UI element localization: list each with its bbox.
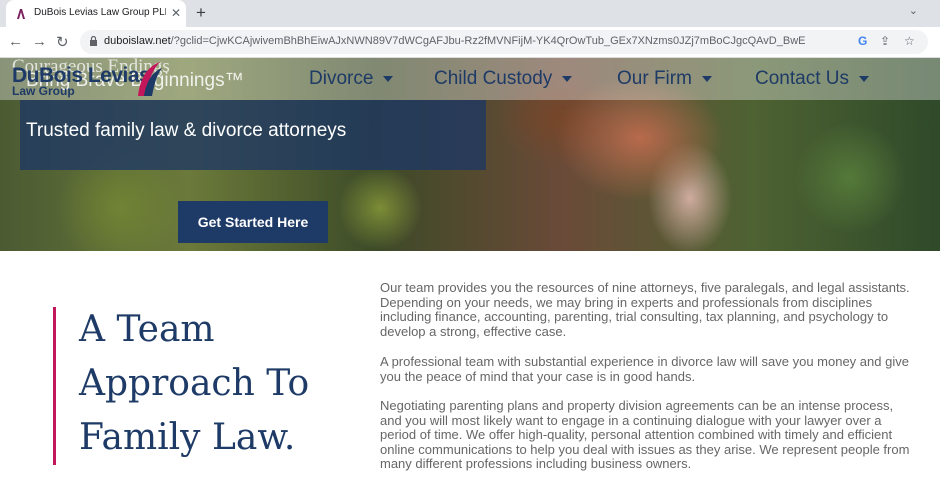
section-heading-line-2: Approach To [79, 363, 310, 404]
tab-search-chevron-icon[interactable]: ⌄ [909, 4, 918, 17]
paragraph-negotiating: Negotiating parenting plans and property… [380, 398, 910, 471]
get-started-button[interactable]: Get Started Here [178, 201, 328, 243]
team-approach-section: A Team Approach To Family Law. Our team … [0, 251, 940, 498]
tab-title: DuBois Levias Law Group PLLC | D [34, 7, 166, 18]
logo-swoosh-icon [138, 62, 162, 96]
new-tab-button[interactable]: + [196, 3, 206, 23]
reload-icon[interactable]: ↻ [56, 33, 69, 51]
chevron-down-icon [562, 75, 573, 82]
section-heading-line-1: A Team [79, 309, 215, 350]
nav-divorce[interactable]: Divorce [309, 68, 394, 90]
browser-tab-strip: DuBois Levias Law Group PLLC | D ✕ + ⌄ [0, 0, 940, 27]
google-lens-icon[interactable]: G [858, 34, 867, 48]
browser-tab[interactable]: DuBois Levias Law Group PLLC | D ✕ [6, 0, 186, 27]
logo-firm-subtitle[interactable]: Law Group [12, 84, 75, 98]
section-heading-line-3: Family Law. [79, 417, 296, 458]
nav-child-custody[interactable]: Child Custody [434, 68, 573, 90]
back-arrow-icon[interactable]: ← [8, 33, 23, 50]
paragraph-experience: A professional team with substantial exp… [380, 354, 909, 384]
share-icon[interactable]: ⇪ [880, 34, 890, 48]
hero-tagline: Trusted family law & divorce attorneys [26, 120, 347, 141]
nav-our-firm[interactable]: Our Firm [617, 68, 712, 90]
url-text[interactable]: duboislaw.net/?gclid=CjwKCAjwivemBhBhEiw… [104, 35, 805, 47]
address-bar[interactable]: duboislaw.net/?gclid=CjwKCAjwivemBhBhEiw… [80, 30, 928, 54]
website-viewport: Courageous Endings Bring Brave Beginning… [0, 58, 940, 498]
chevron-down-icon [701, 75, 712, 82]
accent-bar [53, 307, 56, 465]
chevron-down-icon [858, 75, 869, 82]
bookmark-star-icon[interactable]: ☆ [904, 34, 915, 48]
browser-toolbar: ← → ↻ duboislaw.net/?gclid=CjwKCAjwivemB… [0, 27, 940, 58]
nav-contact-us[interactable]: Contact Us [755, 68, 869, 90]
close-tab-icon[interactable]: ✕ [171, 6, 181, 20]
paragraph-resources: Our team provides you the resources of n… [380, 280, 910, 339]
site-favicon-icon [17, 9, 25, 19]
chevron-down-icon [383, 75, 394, 82]
lock-icon [90, 36, 97, 46]
forward-arrow-icon[interactable]: → [32, 33, 47, 50]
